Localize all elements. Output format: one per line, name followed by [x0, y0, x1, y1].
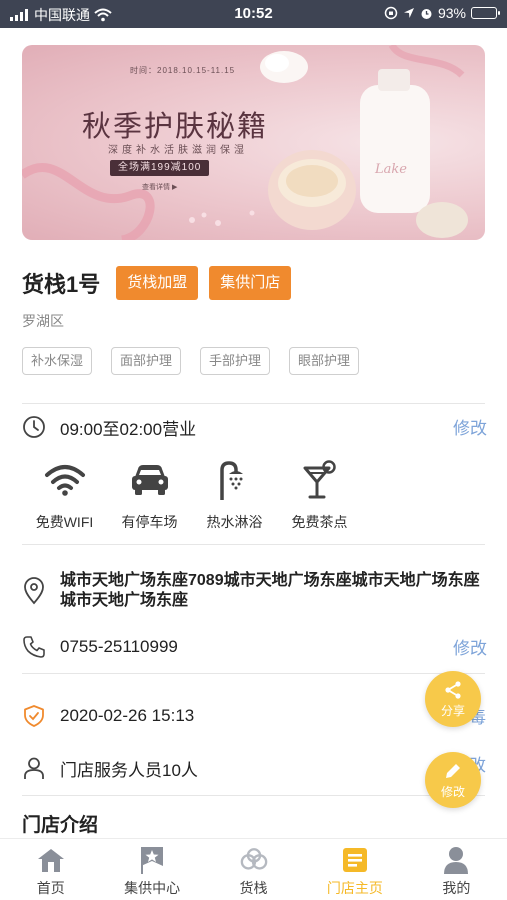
edit-fab-button[interactable]: 修改: [425, 752, 481, 808]
tab-label: 货栈: [239, 880, 268, 896]
edit-hours-link[interactable]: 修改: [453, 414, 487, 439]
staff-count: 门店服务人员10人: [60, 760, 198, 780]
edit-fab-label: 修改: [440, 784, 465, 799]
share-label: 分享: [440, 703, 465, 718]
service-tag: 面部护理: [111, 347, 182, 375]
banner-more-link[interactable]: 查看详情 ▶: [142, 182, 177, 192]
business-hours-text: 09:00至02:00营业: [60, 419, 197, 439]
amenity-label: 热水淋浴: [206, 514, 263, 530]
status-bar: 中国联通 10:52 93%: [0, 0, 507, 28]
tab-label: 集供中心: [124, 880, 181, 896]
share-icon: [445, 680, 461, 699]
location-pin-icon: [24, 577, 44, 605]
shield-check-icon: [24, 705, 44, 727]
pencil-icon: [446, 763, 460, 778]
service-tags: 补水保湿 面部护理 手部护理 眼部护理: [22, 347, 360, 375]
service-tag: 补水保湿: [22, 347, 93, 375]
tab-label: 门店主页: [326, 880, 383, 896]
store-name: 货栈1号: [22, 272, 101, 297]
supply-store-button[interactable]: 集供门店: [209, 266, 292, 300]
location-icon: [403, 8, 414, 18]
battery-percent: 93%: [437, 5, 466, 21]
banner-date: 时间：2018.10.15-11.15: [130, 66, 236, 75]
divider: [22, 403, 485, 404]
tab-me[interactable]: 我的: [406, 839, 507, 900]
orientation-lock-icon: [384, 6, 398, 20]
warehouse-icon: [240, 848, 267, 870]
tab-home[interactable]: 首页: [0, 839, 101, 900]
shower-icon: [219, 461, 243, 500]
battery-icon: [471, 7, 500, 19]
divider: [22, 673, 485, 674]
cocktail-icon: [303, 460, 336, 499]
service-tag: 眼部护理: [289, 347, 360, 375]
person-icon: [24, 757, 44, 779]
store-join-button[interactable]: 货栈加盟: [116, 266, 199, 300]
business-hours-row: 09:00至02:00营业: [22, 414, 485, 440]
banner-promo: 全场满199减100: [110, 160, 210, 176]
phone-icon: [23, 636, 45, 658]
wifi-icon: [44, 465, 85, 496]
tab-warehouse[interactable]: 货栈: [203, 839, 304, 900]
divider: [22, 795, 485, 796]
store-header: 货栈1号 货栈加盟 集供门店: [22, 263, 485, 303]
store-intro-heading: 门店介绍: [22, 815, 99, 836]
date-row: 2020-02-26 15:13: [22, 703, 485, 729]
date-text: 2020-02-26 15:13: [60, 706, 195, 725]
bottom-tab-bar: 首页 集供中心 货栈 门店主页 我的: [0, 838, 507, 900]
phone-row: 0755-25110999: [22, 634, 485, 660]
alarm-icon: [421, 8, 432, 19]
share-button[interactable]: 分享: [425, 671, 481, 727]
tab-label: 我的: [442, 880, 471, 896]
service-tag: 手部护理: [200, 347, 271, 375]
phone-number: 0755-25110999: [60, 637, 178, 656]
amenity-label: 有停车场: [121, 514, 178, 530]
amenity-wifi: 免费WIFI: [22, 458, 107, 532]
amenity-parking: 有停车场: [107, 458, 192, 532]
banner-title: 秋季护肤秘籍: [82, 109, 269, 143]
edit-phone-link[interactable]: 修改: [453, 634, 487, 659]
staff-row: 门店服务人员10人: [22, 755, 485, 781]
home-icon: [37, 849, 64, 872]
tab-store-home[interactable]: 门店主页: [304, 839, 405, 900]
user-icon: [444, 847, 469, 874]
promo-banner[interactable]: Lake 时间：2018.10.15-11.15 秋季护肤秘籍 深度补水活肤滋润…: [22, 45, 485, 240]
amenity-label: 免费WIFI: [35, 514, 94, 530]
tab-label: 首页: [36, 880, 65, 896]
amenity-shower: 热水淋浴: [192, 458, 277, 532]
amenity-snacks: 免费茶点: [277, 458, 362, 532]
amenities-list: 免费WIFI 有停车场 热水淋浴 免费茶点: [22, 458, 362, 532]
banner-subtitle: 深度补水活肤滋润保湿: [108, 145, 248, 156]
store-address: 城市天地广场东座7089城市天地广场东座城市天地广场东座城市天地广场东座: [60, 572, 480, 609]
store-list-icon: [342, 848, 367, 872]
bottle-label: Lake: [374, 162, 407, 177]
divider: [22, 544, 485, 545]
tab-supply-center[interactable]: 集供中心: [101, 839, 202, 900]
store-district: 罗湖区: [22, 313, 64, 329]
car-icon: [131, 465, 168, 495]
star-flag-icon: [141, 847, 164, 874]
amenity-label: 免费茶点: [291, 514, 348, 530]
clock-icon: [23, 416, 45, 438]
